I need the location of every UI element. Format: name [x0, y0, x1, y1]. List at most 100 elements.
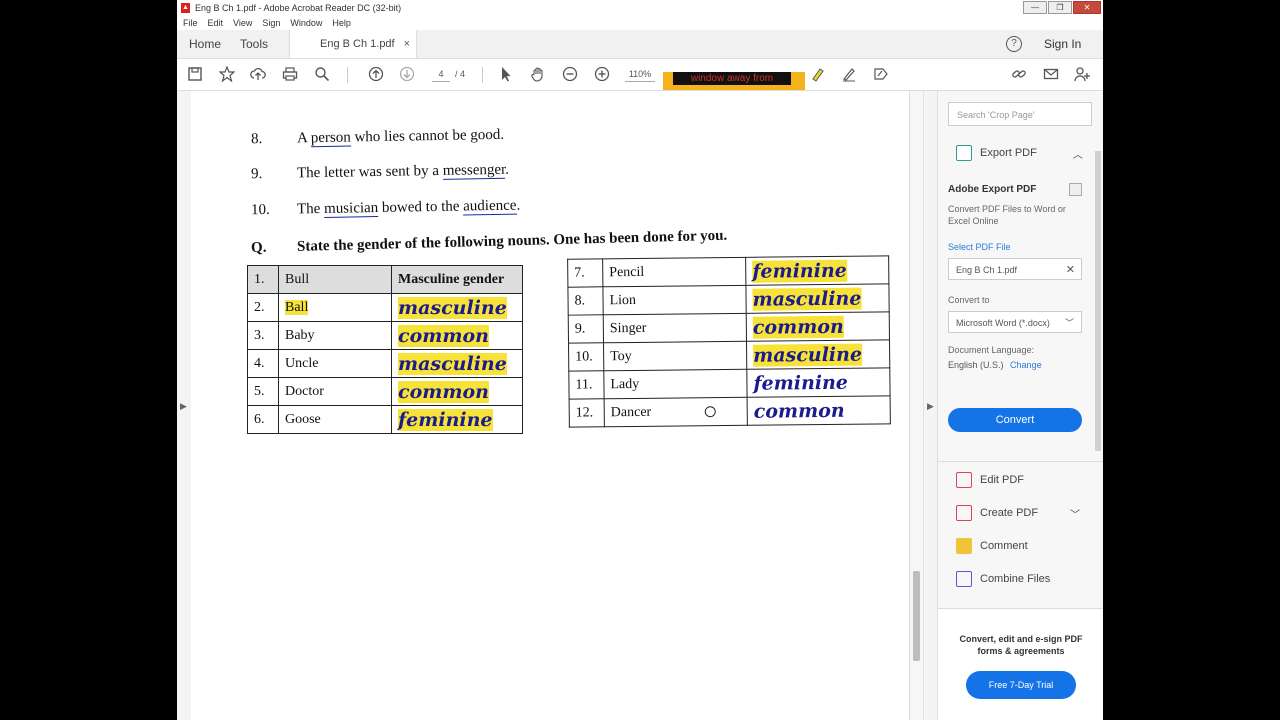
adobe-export-title: Adobe Export PDF [948, 184, 1037, 195]
sign-pen-icon[interactable] [841, 66, 857, 82]
remove-file-icon[interactable]: ✕ [1066, 259, 1075, 281]
document-scrollbar[interactable] [909, 91, 924, 720]
find-search-icon[interactable] [314, 66, 330, 82]
scrollbar-thumb[interactable] [1095, 151, 1101, 451]
row-number: 9. [568, 314, 604, 344]
menu-window[interactable]: Window [290, 18, 322, 28]
email-icon[interactable] [1043, 66, 1059, 82]
tools-search-input[interactable]: Search 'Crop Page' [948, 102, 1092, 126]
noun-cell: Goose [278, 405, 392, 434]
sentence-8: 8. A person who lies cannot be good. [251, 121, 851, 151]
zoom-in-icon[interactable] [594, 66, 610, 82]
free-trial-button[interactable]: Free 7-Day Trial [966, 671, 1076, 699]
cursor-circle-icon [704, 405, 716, 418]
right-gender-table: 7. Pencil feminine 8. Lion masculine 9. … [567, 255, 891, 428]
screen-overlay-label: window away from [663, 72, 805, 90]
noun-cell: Bull [278, 265, 392, 294]
page-number-input[interactable]: 4 [432, 67, 450, 82]
menu-view[interactable]: View [233, 18, 252, 28]
noun-cell: Toy [603, 341, 747, 371]
menu-sign[interactable]: Sign [262, 18, 280, 28]
table-row: 7. Pencil feminine [567, 255, 889, 288]
zoom-out-icon[interactable] [562, 66, 578, 82]
sign-in-link[interactable]: Sign In [1044, 30, 1081, 58]
close-window-button[interactable]: ✕ [1073, 1, 1101, 14]
select-pdf-link[interactable]: Select PDF File [948, 242, 1011, 252]
row-number: 1. [247, 265, 279, 294]
tools-pane: Search 'Crop Page' Export PDF ︿ Adobe Ex… [937, 91, 1103, 720]
pdf-page: 8. A person who lies cannot be good. 9. … [191, 91, 909, 720]
print-icon[interactable] [282, 66, 298, 82]
window-title: Eng B Ch 1.pdf - Adobe Acrobat Reader DC… [195, 2, 402, 13]
share-user-icon[interactable] [1074, 66, 1090, 82]
zoom-level-select[interactable]: 110% [625, 67, 655, 82]
tab-home[interactable]: Home [189, 30, 221, 58]
highlight-pen-icon[interactable] [810, 66, 826, 82]
acrobat-logo-icon: ▲ [181, 2, 190, 13]
tool-label: Edit PDF [980, 474, 1025, 486]
row-number: 11. [568, 370, 605, 400]
export-pdf-header[interactable]: Export PDF ︿ [956, 145, 1083, 161]
previous-page-icon[interactable] [368, 66, 384, 82]
save-icon[interactable] [187, 66, 203, 82]
hand-tool-icon[interactable] [530, 66, 546, 82]
convert-to-label: Convert to [948, 295, 990, 305]
selected-file-name: Eng B Ch 1.pdf [956, 265, 1018, 275]
minimize-button[interactable]: — [1023, 1, 1047, 14]
fill-sign-icon[interactable] [873, 66, 889, 82]
toolbar: 4 / 4 110% [177, 59, 1103, 91]
sentence-number: 10. [250, 201, 270, 219]
menu-file[interactable]: File [183, 18, 198, 28]
gender-cell: masculine [391, 293, 523, 322]
noun-cell: Ball [278, 293, 392, 322]
table-row: 1. Bull Masculine gender [247, 265, 523, 294]
promo-box: Convert, edit and e-sign PDF forms & agr… [938, 608, 1103, 720]
select-cursor-icon[interactable] [498, 66, 514, 82]
bookmark-star-icon[interactable] [218, 65, 236, 83]
row-number: 5. [247, 377, 279, 406]
sentence-10: 10. The musician bowed to the audience. [251, 192, 851, 222]
toolbar-divider [347, 67, 348, 83]
row-number: 12. [569, 398, 605, 428]
scrollbar-thumb[interactable] [913, 571, 920, 661]
link-tool-icon[interactable] [1011, 66, 1027, 82]
help-icon[interactable]: ? [1006, 36, 1022, 52]
tool-comment[interactable]: Comment [956, 538, 1028, 554]
panel-divider [938, 461, 1103, 462]
overlay-text: window away from [673, 72, 791, 85]
tool-combine-files[interactable]: Combine Files [956, 571, 1050, 587]
table-row: 5. Doctor common [247, 377, 523, 406]
close-tab-icon[interactable]: × [404, 30, 410, 58]
combine-files-icon [956, 571, 972, 587]
tool-edit-pdf[interactable]: Edit PDF [956, 472, 1024, 488]
tools-pane-scrollbar[interactable] [1093, 151, 1103, 601]
tab-document[interactable]: Eng B Ch 1.pdf × [289, 30, 417, 58]
document-language: English (U.S.) Change [948, 360, 1042, 370]
question-label: Q. [250, 239, 267, 257]
chevron-down-icon: ﹀ [1064, 318, 1074, 328]
tab-tools[interactable]: Tools [240, 30, 268, 58]
change-language-link[interactable]: Change [1010, 360, 1042, 370]
table-row: 2. Ball masculine [247, 293, 523, 322]
expand-chevron-icon[interactable]: ﹀ [1070, 506, 1080, 521]
sentence-9: 9. The letter was sent by a messenger. [251, 156, 851, 186]
noun-cell: Lion [602, 285, 747, 315]
left-gender-table: 1. Bull Masculine gender 2. Ball masculi… [247, 265, 523, 434]
restore-button[interactable]: ❐ [1048, 1, 1072, 14]
next-page-icon[interactable] [399, 66, 415, 82]
row-number: 7. [567, 258, 603, 288]
expand-left-pane-icon[interactable]: ▶ [180, 401, 187, 412]
selected-file-field[interactable]: Eng B Ch 1.pdf ✕ [948, 258, 1082, 280]
menu-edit[interactable]: Edit [208, 18, 224, 28]
sentence-text: A person who lies cannot be good. [296, 126, 505, 148]
collapse-chevron-icon[interactable]: ︿ [1073, 146, 1083, 161]
copy-icon[interactable] [1069, 183, 1082, 196]
menu-help[interactable]: Help [332, 18, 351, 28]
collapse-right-pane-icon[interactable]: ▶ [927, 401, 934, 412]
convert-button[interactable]: Convert [948, 408, 1082, 432]
sentence-text: The musician bowed to the audience. [296, 197, 521, 218]
tool-create-pdf[interactable]: Create PDF ﹀ [956, 505, 1080, 521]
upload-cloud-icon[interactable] [250, 66, 266, 82]
tool-label: Create PDF [980, 507, 1039, 519]
convert-format-select[interactable]: Microsoft Word (*.docx) ﹀ [948, 311, 1082, 333]
